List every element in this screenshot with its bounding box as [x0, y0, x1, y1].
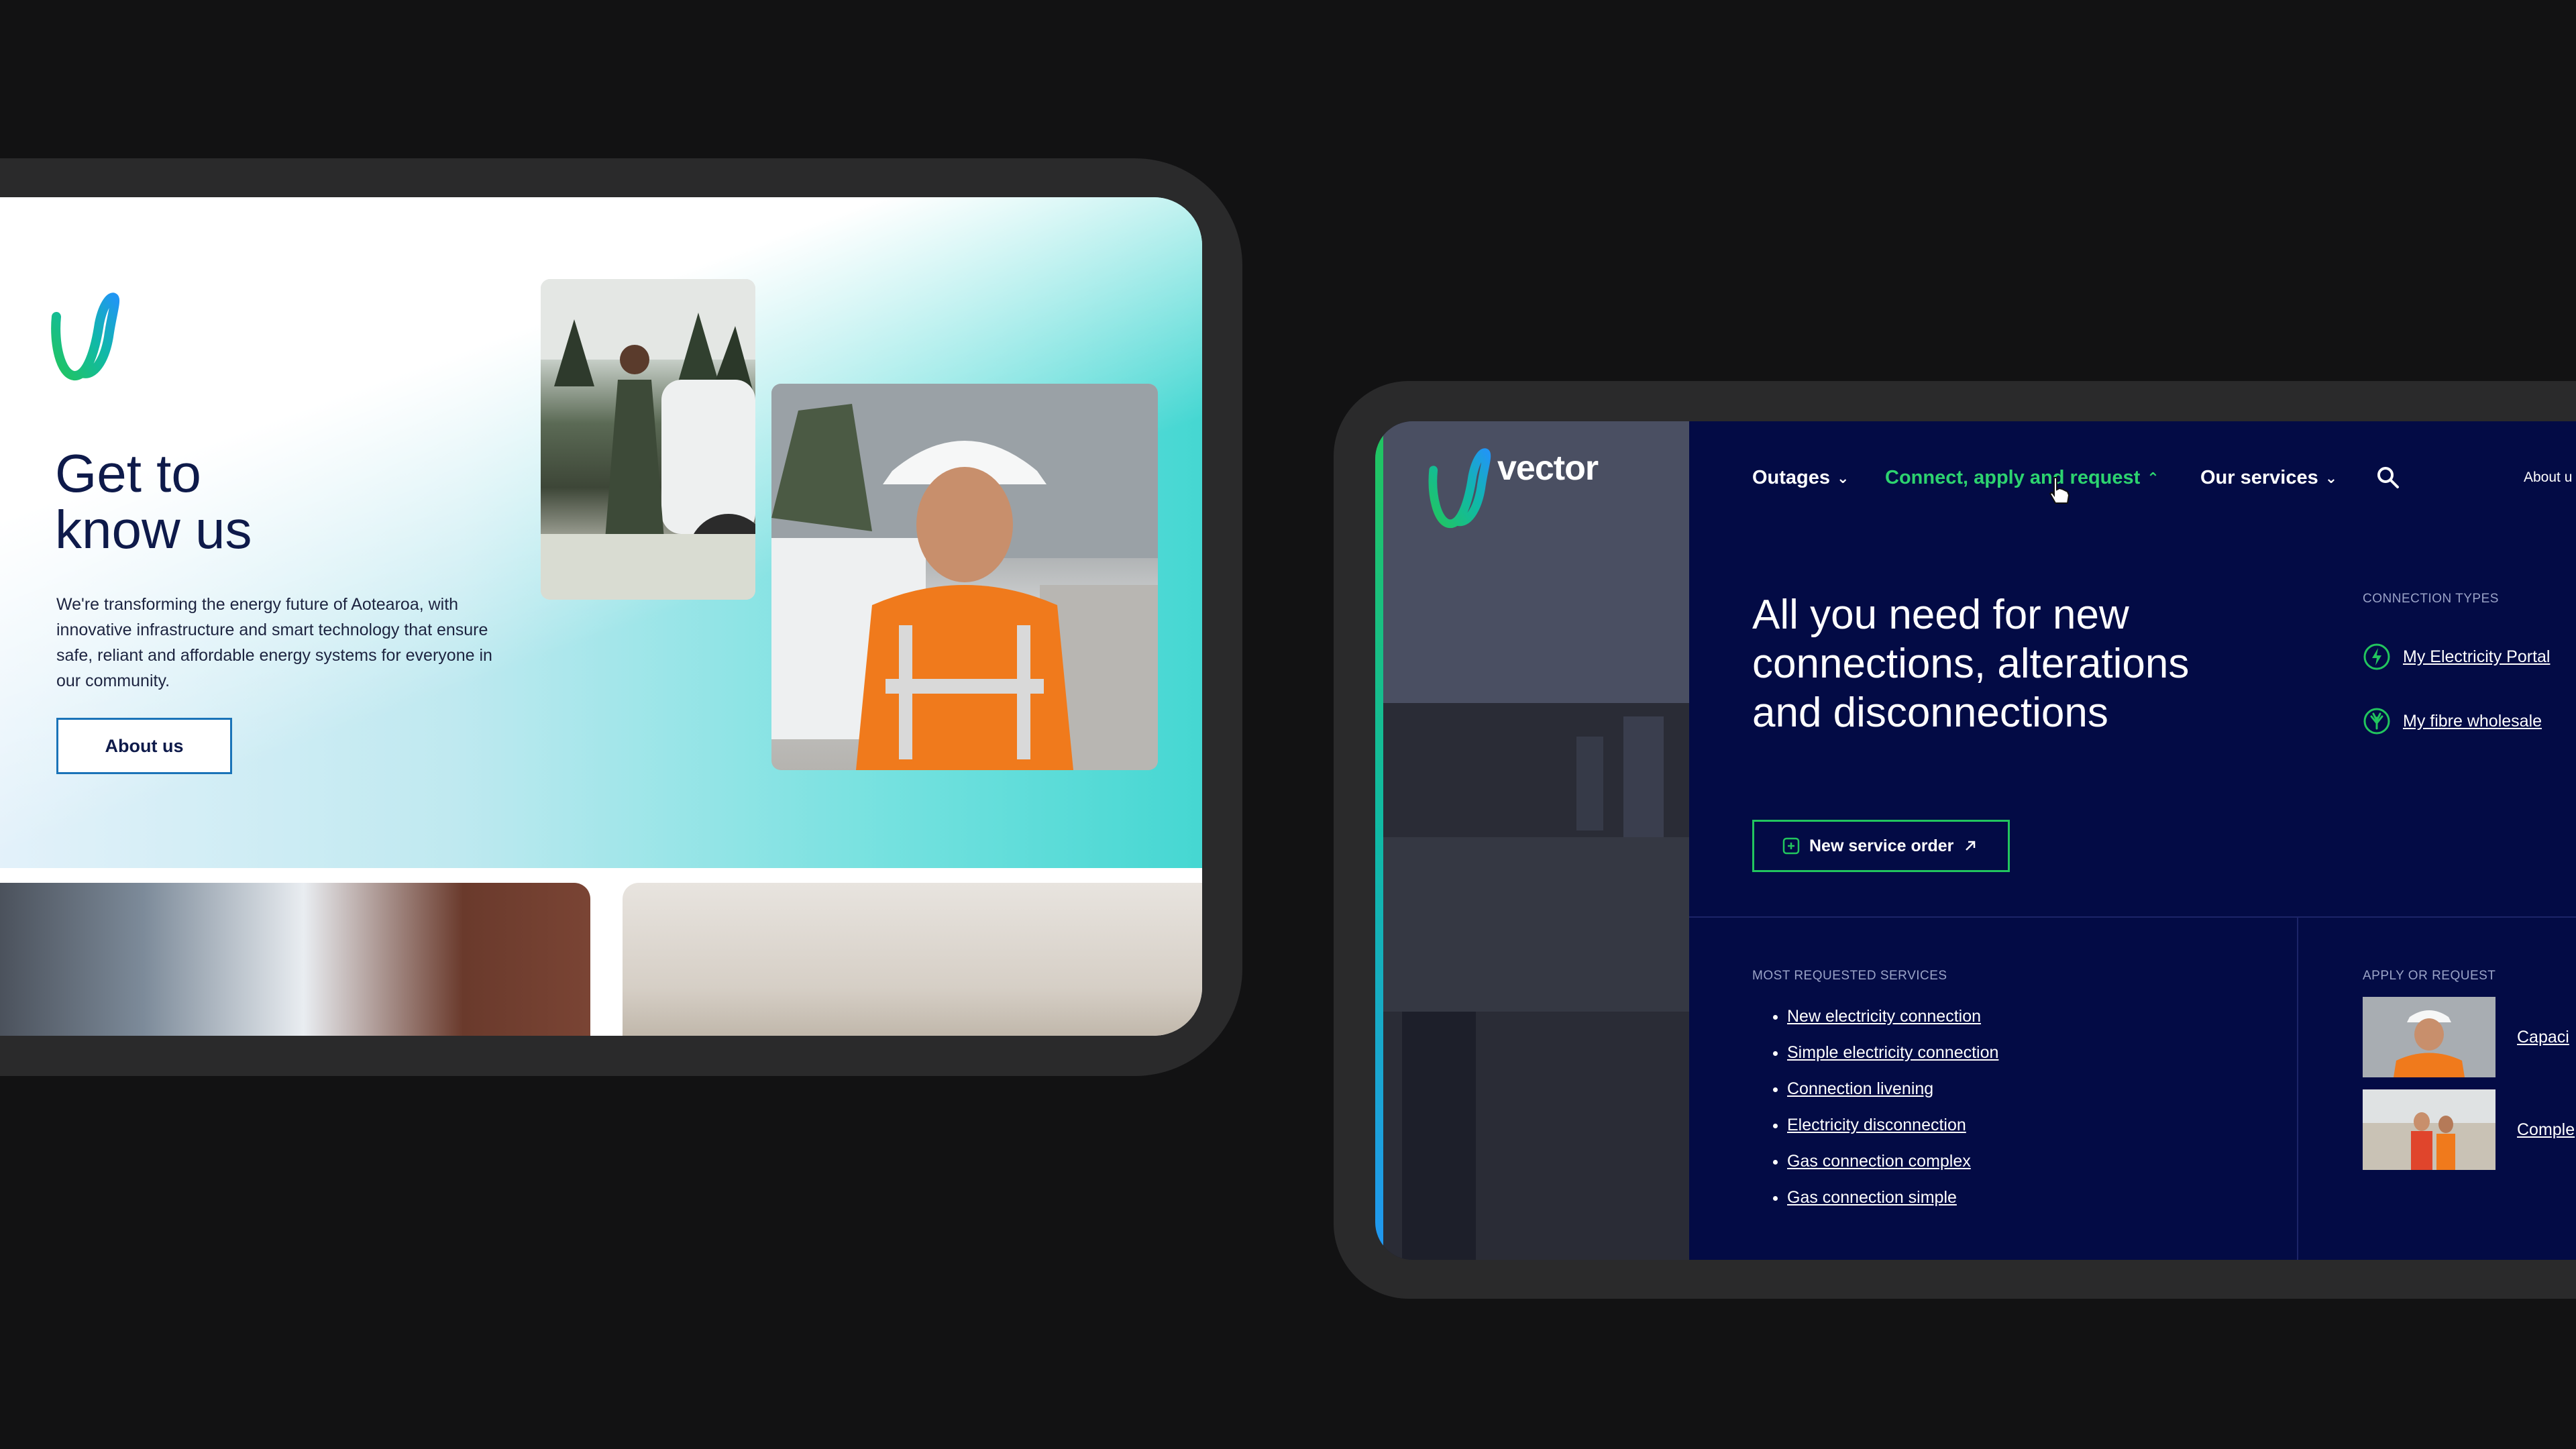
- nav-about-us[interactable]: About u: [2524, 470, 2572, 486]
- accent-gradient-bar: [1375, 421, 1383, 1260]
- menu-heading: All you need for new connections, altera…: [1752, 592, 2190, 736]
- nav-services-label: Our services: [2200, 467, 2318, 488]
- my-fibre-wholesale-link[interactable]: My fibre wholesale: [2363, 707, 2542, 735]
- about-us-button[interactable]: About us: [56, 718, 232, 774]
- brand-wordmark[interactable]: vector: [1497, 448, 1599, 488]
- apply-card-title: Comple: [2517, 1120, 2575, 1139]
- woman-charging-ev-photo: [541, 279, 755, 600]
- lightning-bolt-icon: [2363, 643, 2390, 670]
- column-divider: [2297, 918, 2298, 1260]
- chevron-down-icon: ⌄: [1837, 469, 1849, 486]
- apply-or-request-label: APPLY OR REQUEST: [2363, 969, 2496, 983]
- my-fibre-wholesale-label: My fibre wholesale: [2403, 711, 2542, 731]
- most-requested-label: MOST REQUESTED SERVICES: [1752, 969, 1947, 983]
- nav-our-services[interactable]: Our services ⌄: [2200, 467, 2337, 489]
- apply-card-title: Capaci: [2517, 1027, 2569, 1046]
- service-link[interactable]: Electricity disconnection: [1787, 1107, 1998, 1143]
- chevron-down-icon: ⌄: [2324, 469, 2338, 486]
- connection-types-label: CONNECTION TYPES: [2363, 592, 2499, 606]
- connect-menu-screen: vector Outages ⌄ Connect, apply and requ…: [1375, 421, 2576, 1260]
- page-heading: Get to know us: [55, 443, 252, 559]
- vector-logo-icon[interactable]: [47, 290, 121, 384]
- new-service-order-label: New service order: [1809, 836, 1954, 855]
- service-link[interactable]: Gas connection complex: [1787, 1143, 1998, 1179]
- nav-connect-apply-request[interactable]: Connect, apply and request ⌃: [1885, 467, 2159, 489]
- field-worker-photo: [771, 384, 1158, 770]
- search-icon[interactable]: [2375, 464, 2402, 491]
- fibre-icon: [2363, 708, 2390, 735]
- section-divider: [1689, 916, 2576, 918]
- apply-card[interactable]: Comple: [2363, 1089, 2575, 1170]
- nav-connect-label: Connect, apply and request: [1885, 467, 2141, 488]
- vector-logo-icon[interactable]: [1425, 445, 1492, 531]
- nav-outages[interactable]: Outages ⌄: [1752, 467, 1849, 489]
- most-requested-list: New electricity connection Simple electr…: [1752, 998, 1998, 1216]
- service-link[interactable]: Gas connection simple: [1787, 1179, 1998, 1216]
- apply-card[interactable]: Capaci: [2363, 997, 2569, 1077]
- plus-icon: [1782, 837, 1800, 855]
- external-arrow-icon: [1966, 841, 1976, 851]
- ev-charging-photo: [0, 883, 590, 1036]
- city-hero-photo: [1375, 421, 1689, 1260]
- service-link[interactable]: Simple electricity connection: [1787, 1034, 1998, 1071]
- worker-thumbnail: [2363, 997, 2496, 1077]
- service-link[interactable]: Connection livening: [1787, 1071, 1998, 1107]
- workers-thumbnail: [2363, 1089, 2496, 1170]
- chevron-up-icon: ⌃: [2147, 469, 2159, 486]
- house-photo: [623, 883, 1202, 1036]
- service-link[interactable]: New electricity connection: [1787, 998, 1998, 1034]
- about-page-screen: Get to know us We're transforming the en…: [0, 197, 1202, 1036]
- nav-outages-label: Outages: [1752, 467, 1831, 488]
- new-service-order-button[interactable]: New service order: [1752, 820, 2010, 872]
- my-electricity-portal-label: My Electricity Portal: [2403, 647, 2551, 666]
- hand-cursor-icon: [2049, 477, 2070, 504]
- intro-paragraph: We're transforming the energy future of …: [56, 595, 492, 690]
- my-electricity-portal-link[interactable]: My Electricity Portal: [2363, 643, 2550, 671]
